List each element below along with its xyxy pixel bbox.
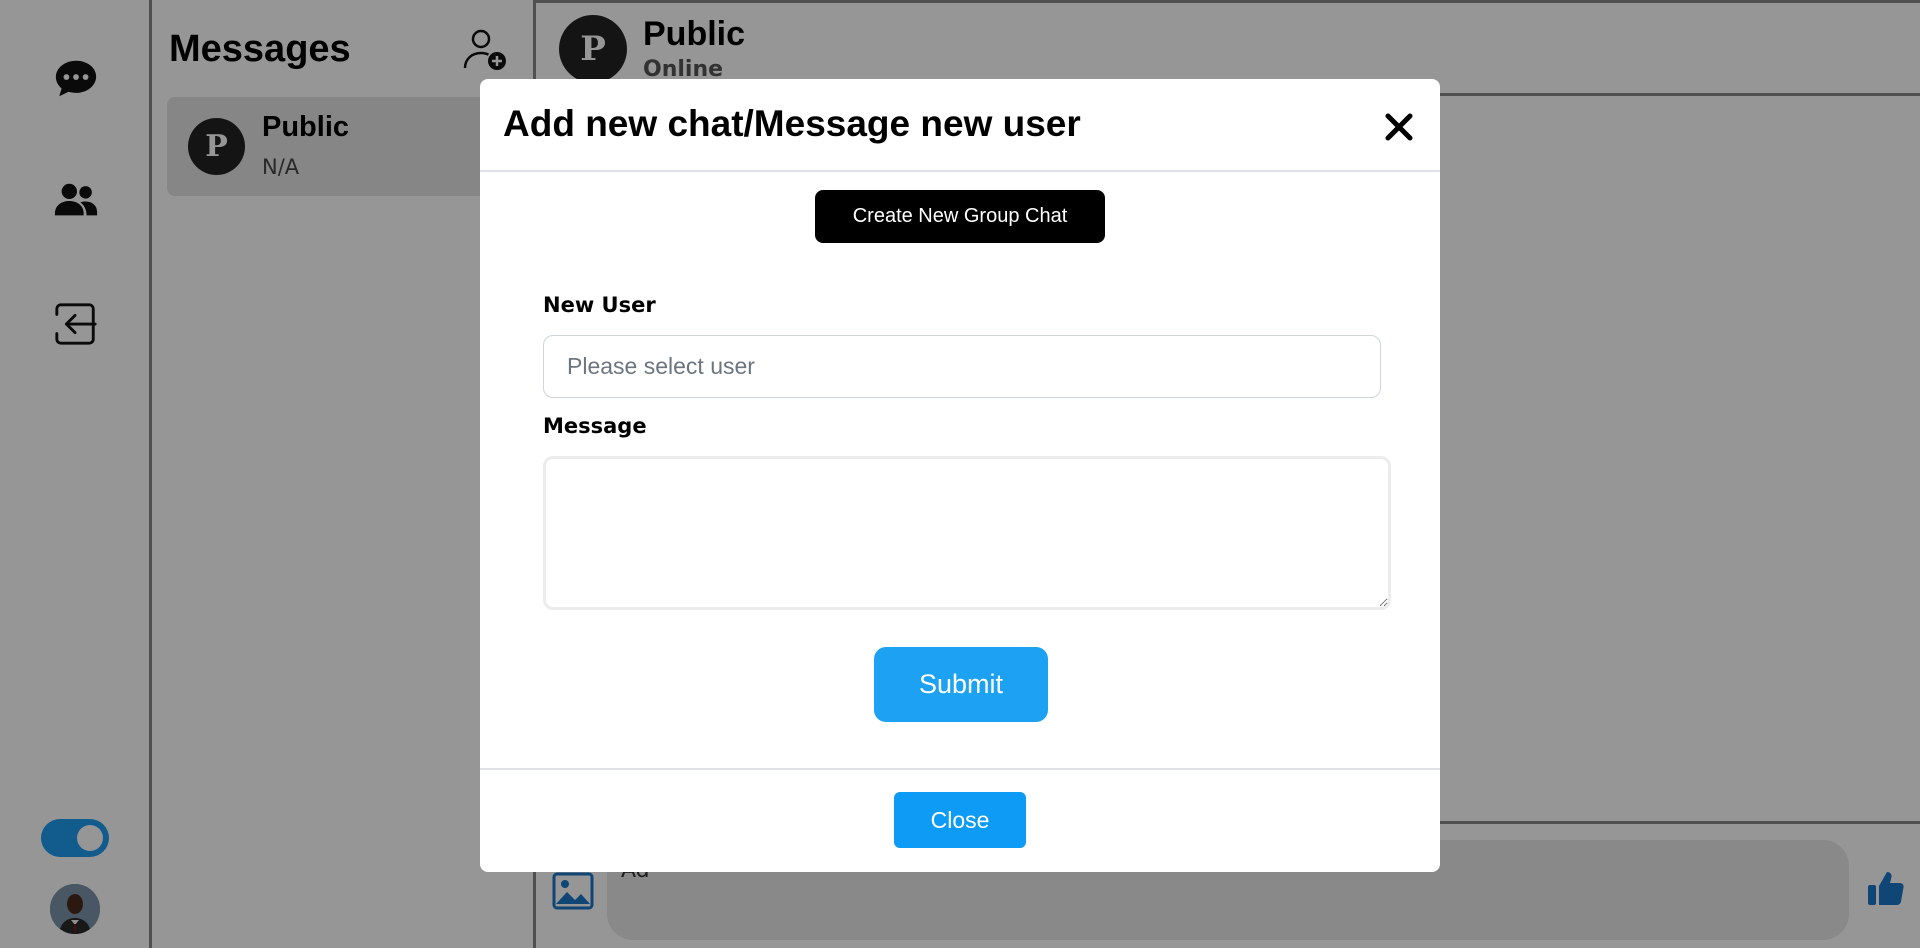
modal-header: Add new chat/Message new user	[480, 79, 1440, 172]
close-button[interactable]: Close	[894, 792, 1026, 848]
modal-title: Add new chat/Message new user	[503, 103, 1081, 144]
new-user-select[interactable]	[543, 335, 1381, 398]
new-chat-modal: Add new chat/Message new user Create New…	[480, 79, 1440, 872]
modal-footer: Close	[480, 768, 1440, 872]
new-user-label: New User	[543, 293, 656, 317]
create-group-chat-button[interactable]: Create New Group Chat	[815, 190, 1105, 243]
modal-close-x-button[interactable]	[1380, 108, 1418, 146]
close-icon	[1385, 113, 1413, 141]
message-label: Message	[543, 414, 647, 438]
message-textarea[interactable]	[543, 456, 1391, 610]
submit-button[interactable]: Submit	[874, 647, 1048, 722]
